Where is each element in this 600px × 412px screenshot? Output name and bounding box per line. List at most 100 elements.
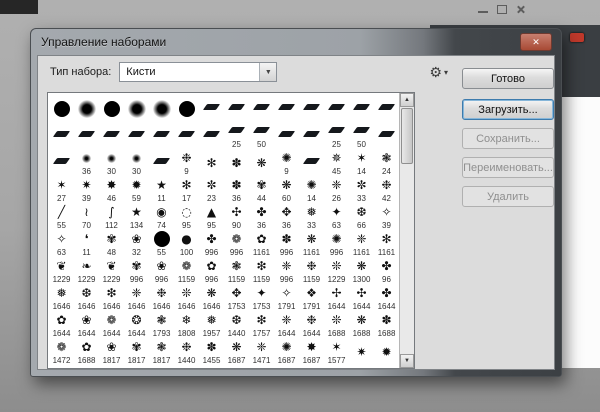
brush-preset[interactable]: ❃ 24 — [374, 149, 399, 176]
brush-preset[interactable]: ✾ 44 — [249, 176, 274, 203]
brush-preset[interactable]: ❊ 1646 — [174, 284, 199, 311]
brush-preset[interactable]: ✸ 1687 — [299, 338, 324, 365]
load-button[interactable]: Загрузить... — [462, 99, 554, 120]
maximize-icon[interactable] — [497, 5, 507, 14]
brush-preset[interactable]: ✶ 1577 — [324, 338, 349, 365]
brush-preset[interactable] — [349, 95, 374, 122]
brush-preset[interactable]: ◉ 74 — [149, 203, 174, 230]
brush-preset[interactable]: ✢ 1644 — [324, 284, 349, 311]
brush-preset[interactable]: 30 — [99, 149, 124, 176]
brush-preset[interactable] — [124, 95, 149, 122]
brush-preset[interactable] — [149, 149, 174, 176]
brush-preset[interactable]: ❀ 996 — [149, 257, 174, 284]
brush-preset[interactable]: ❊ 1229 — [324, 257, 349, 284]
brush-preset[interactable]: ✽ 996 — [274, 230, 299, 257]
brush-preset[interactable] — [299, 149, 324, 176]
brush-preset[interactable]: ❅ 1646 — [49, 284, 74, 311]
brush-preset[interactable]: ❁ 1159 — [174, 257, 199, 284]
preset-menu-button[interactable]: ⚙ ▾ — [429, 65, 448, 79]
brush-preset[interactable] — [124, 122, 149, 149]
brush-preset[interactable] — [374, 95, 399, 122]
brush-preset[interactable]: ▲ 95 — [199, 203, 224, 230]
brush-preset[interactable]: ❊ 1688 — [324, 311, 349, 338]
brush-preset[interactable]: ✧ 39 — [374, 203, 399, 230]
brush-preset[interactable]: ✿ 996 — [199, 257, 224, 284]
brush-preset[interactable]: ✣ 1644 — [349, 284, 374, 311]
brush-preset[interactable]: ❉ 1646 — [149, 284, 174, 311]
brush-preset[interactable]: ❋ 1300 — [349, 257, 374, 284]
brush-preset[interactable]: ❂ 1644 — [124, 311, 149, 338]
brush-preset[interactable]: ✷ 39 — [74, 176, 99, 203]
brush-preset[interactable] — [174, 122, 199, 149]
close-icon[interactable] — [516, 5, 525, 14]
brush-preset[interactable]: ❈ 996 — [274, 257, 299, 284]
brush-preset[interactable]: ❧ 1229 — [74, 257, 99, 284]
brush-preset[interactable]: ✻ — [199, 149, 224, 176]
brush-preset[interactable]: ✽ 36 — [224, 176, 249, 203]
brush-preset[interactable]: ✤ 96 — [374, 257, 399, 284]
brush-preset[interactable]: ❃ 1793 — [149, 311, 174, 338]
brush-preset[interactable] — [299, 122, 324, 149]
brush-preset[interactable]: ✧ 63 — [49, 230, 74, 257]
brush-preset[interactable]: ❅ 1957 — [199, 311, 224, 338]
brush-preset[interactable]: ✿ 1161 — [249, 230, 274, 257]
brush-preset[interactable] — [224, 95, 249, 122]
brush-preset[interactable]: ✧ 1791 — [274, 284, 299, 311]
dialog-titlebar[interactable]: Управление наборами ✕ — [31, 29, 561, 55]
brush-preset[interactable]: ╱ 55 — [49, 203, 74, 230]
brush-preset[interactable]: ❈ 26 — [324, 176, 349, 203]
brush-preset[interactable] — [324, 95, 349, 122]
brush-preset[interactable]: ❇ 1159 — [249, 257, 274, 284]
brush-preset[interactable]: ❀ 32 — [124, 230, 149, 257]
brush-preset[interactable]: ✦ 1753 — [249, 284, 274, 311]
brush-preset[interactable]: ❉ 42 — [374, 176, 399, 203]
brush-preset[interactable] — [299, 95, 324, 122]
brush-preset[interactable]: ❅ 33 — [299, 203, 324, 230]
brush-preset[interactable]: ❋ 1646 — [199, 284, 224, 311]
brush-preset[interactable]: ❋ 60 — [274, 176, 299, 203]
brush-preset[interactable]: ❖ 1791 — [299, 284, 324, 311]
brush-preset[interactable]: ❄ 1808 — [174, 311, 199, 338]
brush-preset[interactable] — [374, 122, 399, 149]
brush-preset[interactable]: ❇ 1757 — [249, 311, 274, 338]
brush-preset[interactable]: ✤ 996 — [199, 230, 224, 257]
brush-preset[interactable]: ❇ 1646 — [99, 284, 124, 311]
brush-preset[interactable]: ✥ 1753 — [224, 284, 249, 311]
brush-preset[interactable]: ✿ 1644 — [49, 311, 74, 338]
brush-preset[interactable]: ✣ 90 — [224, 203, 249, 230]
brush-preset[interactable]: ✺ 996 — [324, 230, 349, 257]
brush-preset[interactable]: ✹ 59 — [124, 176, 149, 203]
brush-preset[interactable] — [149, 122, 174, 149]
brush-preset[interactable]: ★ 11 — [149, 176, 174, 203]
brush-preset[interactable]: ✾ 996 — [124, 257, 149, 284]
brush-preset[interactable]: ∫ 112 — [99, 203, 124, 230]
brush-preset[interactable]: ❀ 1817 — [99, 338, 124, 365]
brush-preset[interactable] — [74, 95, 99, 122]
brush-preset[interactable]: ✤ 1644 — [374, 284, 399, 311]
brush-preset[interactable]: ★ 134 — [124, 203, 149, 230]
minimize-icon[interactable] — [478, 11, 488, 13]
scroll-up-button[interactable]: ▲ — [400, 93, 414, 107]
brush-preset[interactable]: 30 — [124, 149, 149, 176]
scrollbar-thumb[interactable] — [401, 108, 413, 164]
brush-preset[interactable]: ❉ 1440 — [174, 338, 199, 365]
brush-preset[interactable]: ✸ 46 — [99, 176, 124, 203]
brush-preset[interactable]: ✤ 36 — [249, 203, 274, 230]
brush-preset[interactable]: ✺ 14 — [299, 176, 324, 203]
brush-preset[interactable]: ✺ 1687 — [274, 338, 299, 365]
brush-preset[interactable]: ✶ 27 — [49, 176, 74, 203]
brush-preset[interactable]: ❈ 1646 — [124, 284, 149, 311]
brush-preset[interactable] — [49, 149, 74, 176]
brush-preset[interactable]: ❁ 1644 — [99, 311, 124, 338]
brush-preset[interactable]: ✺ 9 — [274, 149, 299, 176]
brush-preset[interactable]: ✾ 48 — [99, 230, 124, 257]
brush-preset[interactable]: ◌ 95 — [174, 203, 199, 230]
brush-preset[interactable] — [249, 95, 274, 122]
dialog-close-button[interactable]: ✕ — [520, 33, 552, 51]
brush-preset[interactable]: ✷ — [349, 338, 374, 365]
brush-preset[interactable] — [274, 95, 299, 122]
scrollbar[interactable]: ▲ ▼ — [399, 93, 414, 368]
brush-preset[interactable]: ✽ — [224, 149, 249, 176]
brush-preset[interactable] — [149, 95, 174, 122]
brush-preset[interactable] — [74, 122, 99, 149]
